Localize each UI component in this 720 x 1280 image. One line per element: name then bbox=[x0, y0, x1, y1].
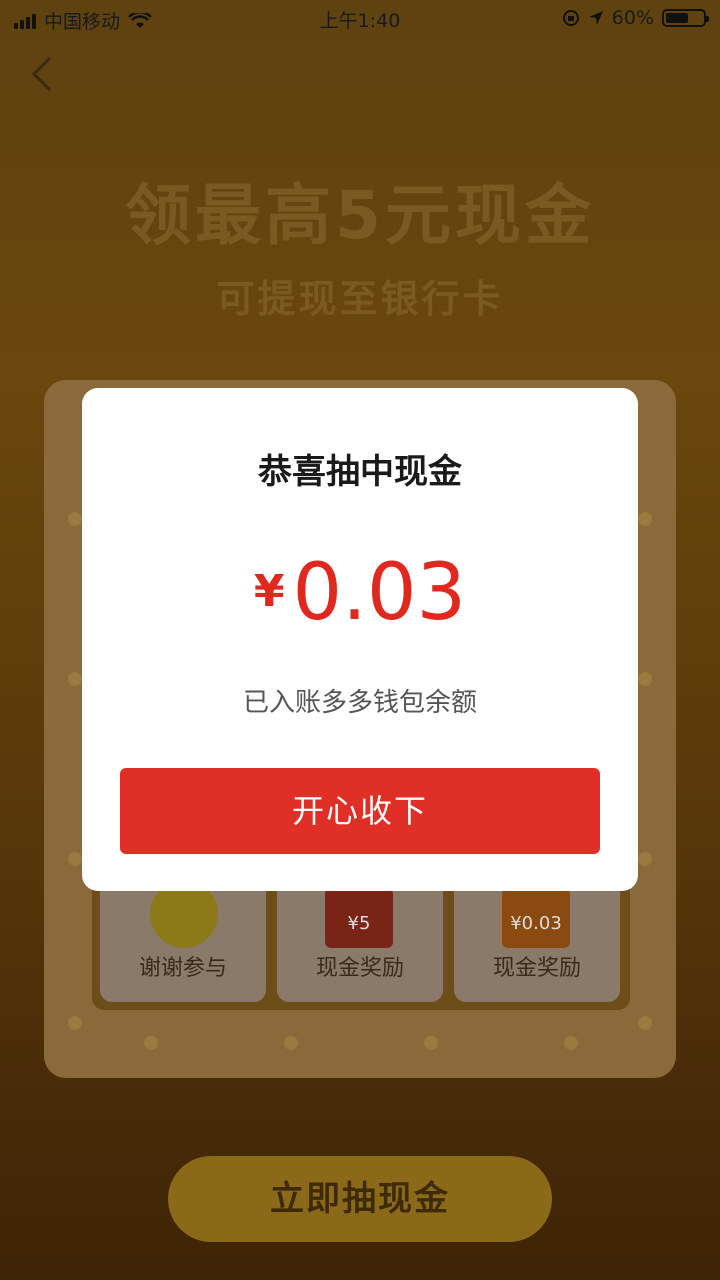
accept-button[interactable]: 开心收下 bbox=[120, 768, 600, 854]
currency-symbol: ¥ bbox=[253, 566, 285, 617]
modal-title: 恭喜抽中现金 bbox=[258, 452, 462, 492]
amount-value: 0.03 bbox=[292, 548, 467, 638]
deposit-note: 已入账多多钱包余额 bbox=[242, 688, 477, 718]
prize-modal: 恭喜抽中现金 ¥0.03 已入账多多钱包余额 开心收下 bbox=[82, 388, 638, 891]
prize-amount-display: ¥0.03 bbox=[82, 548, 638, 638]
